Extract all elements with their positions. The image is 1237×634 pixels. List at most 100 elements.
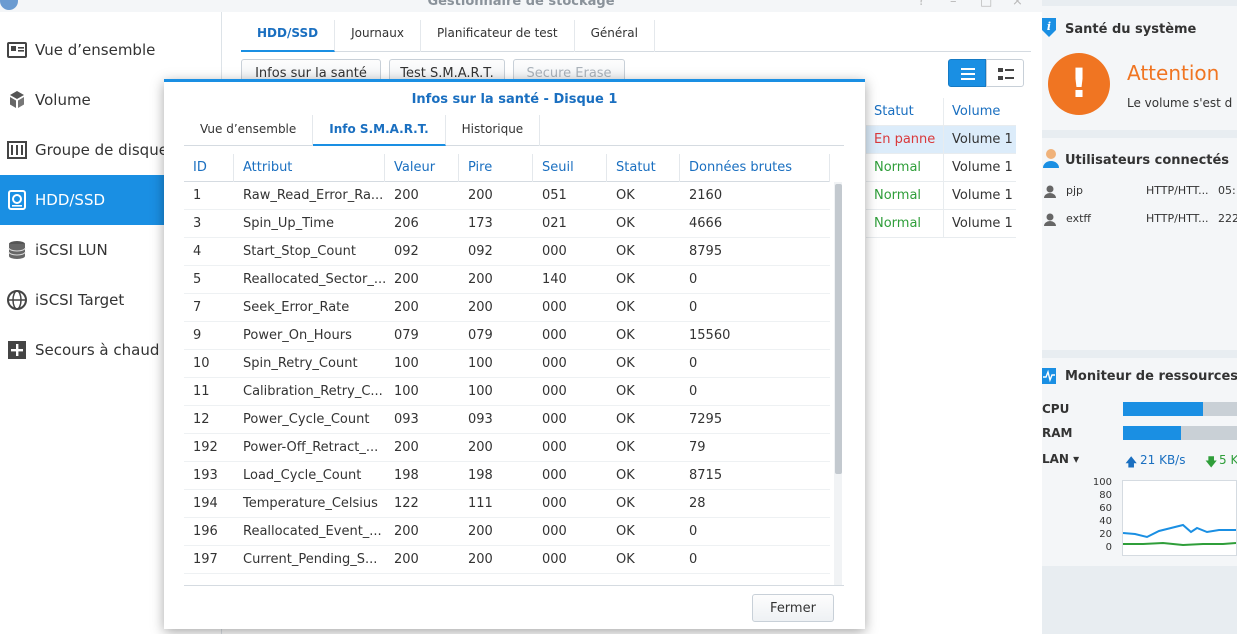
table-row[interactable]: 3 Spin_Up_Time 206 173 021 OK 4666 xyxy=(184,210,830,238)
status-cell: Normal xyxy=(874,188,922,203)
table-row[interactable]: Normal Volume 1 xyxy=(866,181,1016,210)
maximize-icon[interactable]: □ xyxy=(980,0,992,9)
tab-overview[interactable]: Vue d’ensemble xyxy=(184,115,314,146)
table-row[interactable]: 5 Reallocated_Sector_... 200 200 140 OK 0 xyxy=(184,266,830,294)
worst-cell: 200 xyxy=(468,299,493,315)
y-tick-label: 100 xyxy=(1092,477,1112,488)
list-view-icon xyxy=(961,68,975,80)
worst-cell: 111 xyxy=(468,495,493,511)
threshold-cell: 000 xyxy=(542,495,567,511)
raw-data-cell: 0 xyxy=(689,299,698,315)
status-cell: OK xyxy=(616,327,635,343)
attribute-cell: Load_Cycle_Count xyxy=(243,467,362,483)
worst-cell: 198 xyxy=(468,467,493,483)
table-row[interactable]: Normal Volume 1 xyxy=(866,209,1016,238)
value-cell: 200 xyxy=(394,271,419,287)
svg-text:i: i xyxy=(1047,20,1051,33)
iscsi-target-icon xyxy=(7,290,27,310)
help-icon[interactable]: ? xyxy=(918,0,925,9)
lan-selector[interactable]: LAN ▾ xyxy=(1042,452,1079,466)
id-cell: 1 xyxy=(193,187,202,203)
table-row[interactable]: 10 Spin_Retry_Count 100 100 000 OK 0 xyxy=(184,350,830,378)
tab-smart-info[interactable]: Info S.M.A.R.T. xyxy=(313,115,446,146)
sidebar-item-label: HDD/SSD xyxy=(35,191,106,209)
value-cell: 200 xyxy=(394,523,419,539)
column-header-raw-data[interactable]: Données brutes xyxy=(680,154,830,182)
table-row[interactable]: 196 Reallocated_Event_... 200 200 000 OK 0 xyxy=(184,518,830,546)
status-cell: OK xyxy=(616,215,635,231)
value-cell: 200 xyxy=(394,439,419,455)
user-icon xyxy=(1044,185,1056,198)
column-header-threshold[interactable]: Seuil xyxy=(533,154,607,182)
system-health-widget: i Santé du système ! Attention Le volume… xyxy=(1042,6,1237,130)
id-cell: 12 xyxy=(193,411,210,427)
column-header-worst[interactable]: Pire xyxy=(459,154,533,182)
smart-rows: 1 Raw_Read_Error_Ra... 200 200 051 OK 2160 3 Spi… xyxy=(184,182,844,574)
download-arrow-icon: 🡇 xyxy=(1205,455,1218,469)
table-row[interactable]: 9 Power_On_Hours 079 079 000 OK 15560 xyxy=(184,322,830,350)
table-row[interactable]: 7 Seek_Error_Rate 200 200 000 OK 0 xyxy=(184,294,830,322)
main-tabs: HDD/SSD Journaux Planificateur de test G… xyxy=(241,20,1031,52)
iscsi-lun-icon xyxy=(8,241,26,259)
sidebar-item-overview[interactable]: Vue d’ensemble xyxy=(0,25,222,75)
close-button[interactable]: Fermer xyxy=(752,594,834,622)
column-header-id[interactable]: ID xyxy=(184,154,234,182)
status-cell: OK xyxy=(616,411,635,427)
table-row[interactable]: En panne Volume 1 xyxy=(866,125,1016,154)
tab-general[interactable]: Général xyxy=(575,20,655,52)
raw-data-cell: 28 xyxy=(689,495,706,511)
table-row[interactable]: 197 Current_Pending_S... 200 200 000 OK 0 xyxy=(184,546,830,574)
volume-cell: Volume 1 xyxy=(943,209,1016,238)
column-header-status[interactable]: Statut xyxy=(607,154,680,182)
hot-spare-icon xyxy=(8,341,26,359)
y-tick-label: 80 xyxy=(1099,490,1112,501)
tab-hdd-ssd[interactable]: HDD/SSD xyxy=(241,20,336,52)
table-row[interactable]: Normal Volume 1 xyxy=(866,153,1016,182)
worst-cell: 100 xyxy=(468,383,493,399)
threshold-cell: 021 xyxy=(542,215,567,231)
detail-view-button[interactable] xyxy=(986,59,1024,87)
list-view-button[interactable] xyxy=(948,59,986,87)
table-row[interactable]: 194 Temperature_Celsius 122 111 000 OK 28 xyxy=(184,490,830,518)
status-cell: OK xyxy=(616,383,635,399)
column-header-value[interactable]: Valeur xyxy=(385,154,459,182)
table-row[interactable]: 4 Start_Stop_Count 092 092 000 OK 8795 xyxy=(184,238,830,266)
value-cell: 093 xyxy=(394,411,419,427)
threshold-cell: 000 xyxy=(542,467,567,483)
status-cell: OK xyxy=(616,551,635,567)
table-row[interactable]: 1 Raw_Read_Error_Ra... 200 200 051 OK 2160 xyxy=(184,182,830,210)
value-cell: 200 xyxy=(394,187,419,203)
disk-group-icon xyxy=(7,141,27,159)
dialog-title: Infos sur la santé - Disque 1 xyxy=(411,92,618,107)
table-row[interactable]: 192 Power-Off_Retract_... 200 200 000 OK 79 xyxy=(184,434,830,462)
sidebar-item-label: Groupe de disques xyxy=(35,141,176,159)
user-protocol: HTTP/HTT... xyxy=(1146,212,1209,225)
table-row[interactable]: 11 Calibration_Retry_C... 100 100 000 OK 0 xyxy=(184,378,830,406)
download-speed: 5 K xyxy=(1219,453,1237,467)
threshold-cell: 000 xyxy=(542,327,567,343)
attribute-cell: Temperature_Celsius xyxy=(243,495,378,511)
status-cell: En panne xyxy=(874,132,936,147)
scrollbar-thumb[interactable] xyxy=(835,184,842,474)
status-cell: OK xyxy=(616,495,635,511)
id-cell: 5 xyxy=(193,271,202,287)
user-time: 222 xyxy=(1218,212,1237,225)
table-row[interactable]: 193 Load_Cycle_Count 198 198 000 OK 8715 xyxy=(184,462,830,490)
user-protocol: HTTP/HTT... xyxy=(1146,184,1209,197)
status-cell: OK xyxy=(616,243,635,259)
id-cell: 4 xyxy=(193,243,202,259)
minimize-icon[interactable]: – xyxy=(950,0,957,9)
tab-test-scheduler[interactable]: Planificateur de test xyxy=(421,20,575,52)
volume-icon xyxy=(10,91,24,108)
column-header-status[interactable]: Statut xyxy=(866,104,943,119)
raw-data-cell: 4666 xyxy=(689,215,723,231)
tab-history[interactable]: Historique xyxy=(446,115,541,146)
user-time: 05: xyxy=(1218,184,1236,197)
table-row[interactable]: 12 Power_Cycle_Count 093 093 000 OK 7295 xyxy=(184,406,830,434)
close-window-icon[interactable]: × xyxy=(1012,0,1023,9)
widget-panel: i Santé du système ! Attention Le volume… xyxy=(1042,0,1237,634)
column-header-attribute[interactable]: Attribut xyxy=(234,154,385,182)
health-info-dialog: Infos sur la santé - Disque 1 Vue d’ense… xyxy=(164,79,865,629)
tab-logs[interactable]: Journaux xyxy=(335,20,421,52)
column-header-volume[interactable]: Volume xyxy=(943,97,1016,126)
